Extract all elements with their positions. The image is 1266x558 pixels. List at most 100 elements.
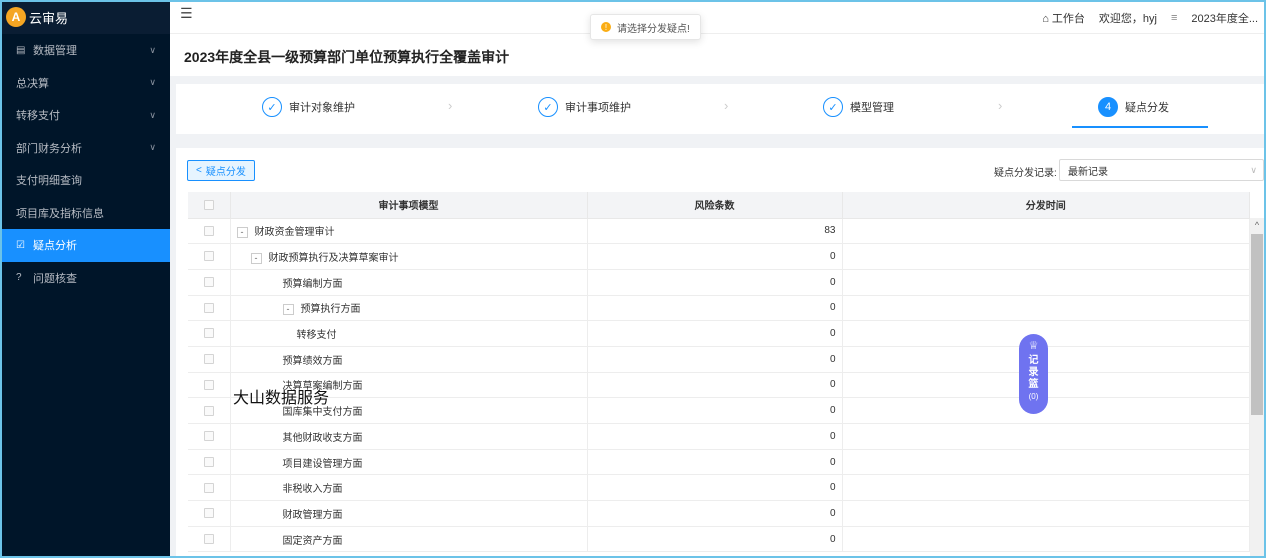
chevron-down-icon: ∨ — [1250, 164, 1257, 175]
table-row[interactable]: 项目建设管理方面 0 — [188, 449, 1250, 476]
row-checkbox[interactable] — [203, 354, 214, 365]
dispatch-time — [842, 526, 1250, 553]
row-checkbox[interactable] — [203, 251, 214, 262]
step[interactable]: ✓ 审计事项维护 — [538, 97, 631, 117]
select-all-checkbox[interactable] — [203, 199, 214, 210]
step-label: 疑点分发 — [1125, 102, 1169, 114]
sidebar-item[interactable]: 总决算 ∨ — [0, 67, 170, 100]
record-select[interactable]: 最新记录 ∨ — [1059, 159, 1264, 181]
table-row[interactable]: 预算绩效方面 0 — [188, 346, 1250, 373]
row-checkbox[interactable] — [203, 328, 214, 339]
row-checkbox[interactable] — [203, 405, 214, 416]
model-name: 国库集中支付方面 — [282, 407, 363, 419]
basket-icon: ♕ — [1028, 340, 1039, 352]
model-name: 转移支付 — [296, 330, 337, 342]
model-name: 预算绩效方面 — [282, 355, 343, 367]
sidebar-item[interactable]: 支付明细查询 — [0, 164, 170, 197]
sidebar-item[interactable]: 部门财务分析 ∨ — [0, 132, 170, 165]
row-checkbox[interactable] — [203, 456, 214, 467]
row-checkbox[interactable] — [203, 508, 214, 519]
chevron-right-icon: › — [448, 98, 453, 113]
model-name-cell: 转移支付 — [230, 320, 588, 347]
risk-count: 0 — [587, 372, 843, 399]
sidebar-item[interactable]: ? 问题核查 — [0, 262, 170, 295]
step[interactable]: 4 疑点分发 — [1098, 97, 1169, 117]
chevron-down-icon: ∨ — [149, 77, 156, 88]
audit-model-table: 审计事项模型 风险条数 分发时间 - 财政资金管理审计 83- 财政预算执行及决算草案… — [188, 192, 1250, 553]
model-name: 固定资产方面 — [282, 535, 343, 547]
row-checkbox[interactable] — [203, 379, 214, 390]
row-checkbox-cell — [188, 320, 231, 347]
list-icon[interactable]: ≡ — [1171, 12, 1177, 24]
table-row[interactable]: 预算编制方面 0 — [188, 269, 1250, 296]
steps-bar: ✓ 审计对象维护 ✓ 审计事项维护 ✓ 模型管理 4 疑点分发 › › › — [176, 84, 1264, 134]
scroll-up-icon[interactable]: ^ — [1250, 220, 1264, 230]
menu-icon: ? — [16, 272, 22, 284]
risk-count: 0 — [587, 500, 843, 527]
chevron-down-icon: ∨ — [149, 142, 156, 153]
collapse-toggle-icon[interactable]: - — [282, 304, 294, 316]
row-checkbox[interactable] — [203, 533, 214, 544]
dispatch-time — [842, 295, 1250, 322]
year-selector[interactable]: 2023年度全... — [1191, 10, 1258, 26]
sidebar-item-label: 疑点分析 — [33, 240, 77, 253]
check-icon: ✓ — [262, 97, 282, 117]
row-checkbox-cell — [188, 243, 231, 270]
step-label: 模型管理 — [850, 102, 894, 114]
row-checkbox-cell — [188, 346, 231, 373]
dispatch-time — [842, 423, 1250, 450]
step[interactable]: ✓ 审计对象维护 — [262, 97, 355, 117]
model-name: 非税收入方面 — [282, 484, 343, 496]
row-checkbox-cell — [188, 474, 231, 502]
model-name: 财政预算执行及决算草案审计 — [268, 253, 399, 265]
model-name: 预算编制方面 — [282, 278, 343, 290]
step-label: 审计事项维护 — [565, 102, 631, 114]
dispatch-time — [842, 269, 1250, 296]
row-checkbox[interactable] — [203, 225, 214, 236]
scrollbar-thumb[interactable] — [1251, 234, 1263, 415]
table-row[interactable]: 固定资产方面 0 — [188, 526, 1250, 553]
row-checkbox[interactable] — [203, 482, 214, 493]
table-row[interactable]: 转移支付 0 — [188, 320, 1250, 347]
menu-collapse-icon[interactable]: ☰ — [180, 5, 193, 22]
record-basket-button[interactable]: ♕ 记 录 篮 (0) — [1019, 334, 1048, 414]
collapse-toggle-icon[interactable]: - — [250, 252, 262, 264]
welcome-text: 欢迎您，hyj — [1098, 13, 1157, 25]
basket-char-1: 记 — [1028, 355, 1039, 366]
table-row[interactable]: - 预算执行方面 0 — [188, 295, 1250, 322]
dispatch-button[interactable]: < 疑点分发 — [187, 160, 255, 181]
sidebar-item[interactable]: 项目库及指标信息 — [0, 197, 170, 230]
sidebar-item[interactable]: 转移支付 ∨ — [0, 99, 170, 132]
header-model[interactable]: 审计事项模型 — [230, 192, 588, 219]
chevron-down-icon: ∨ — [149, 109, 156, 120]
sidebar-item[interactable]: ▤ 数据管理 ∨ — [0, 34, 170, 67]
step[interactable]: ✓ 模型管理 — [823, 97, 894, 117]
workbench-link[interactable]: ⌂ 工作台 — [1042, 10, 1085, 26]
chevron-right-icon: › — [998, 98, 1003, 113]
dispatch-button-label: 疑点分发 — [205, 167, 246, 178]
table-row[interactable]: 国库集中支付方面 0 — [188, 397, 1250, 424]
table-row[interactable]: - 财政预算执行及决算草案审计 0 — [188, 243, 1250, 270]
sidebar-item[interactable]: ☑ 疑点分析 — [0, 229, 170, 262]
table-row[interactable]: 财政管理方面 0 — [188, 500, 1250, 527]
basket-count: (0) — [1028, 392, 1039, 401]
header-risk[interactable]: 风险条数 — [587, 192, 843, 219]
row-checkbox[interactable] — [203, 431, 214, 442]
table-row[interactable]: 决算草案编制方面 0 — [188, 372, 1250, 399]
table-row[interactable]: 非税收入方面 0 — [188, 474, 1250, 502]
chevron-down-icon: ∨ — [149, 44, 156, 55]
row-checkbox-cell — [188, 218, 231, 245]
row-checkbox[interactable] — [203, 277, 214, 288]
collapse-toggle-icon[interactable]: - — [236, 227, 248, 239]
table-row[interactable]: 其他财政收支方面 0 — [188, 423, 1250, 450]
row-checkbox-cell — [188, 526, 231, 553]
model-name-cell: - 财政资金管理审计 — [230, 218, 588, 245]
dispatch-time — [842, 474, 1250, 502]
app-logo[interactable]: A 云审易 — [0, 0, 170, 34]
risk-count: 0 — [587, 423, 843, 450]
row-checkbox[interactable] — [203, 302, 214, 313]
check-icon: ✓ — [823, 97, 843, 117]
header-time[interactable]: 分发时间 — [842, 192, 1250, 219]
row-checkbox-cell — [188, 423, 231, 450]
table-row[interactable]: - 财政资金管理审计 83 — [188, 218, 1250, 245]
